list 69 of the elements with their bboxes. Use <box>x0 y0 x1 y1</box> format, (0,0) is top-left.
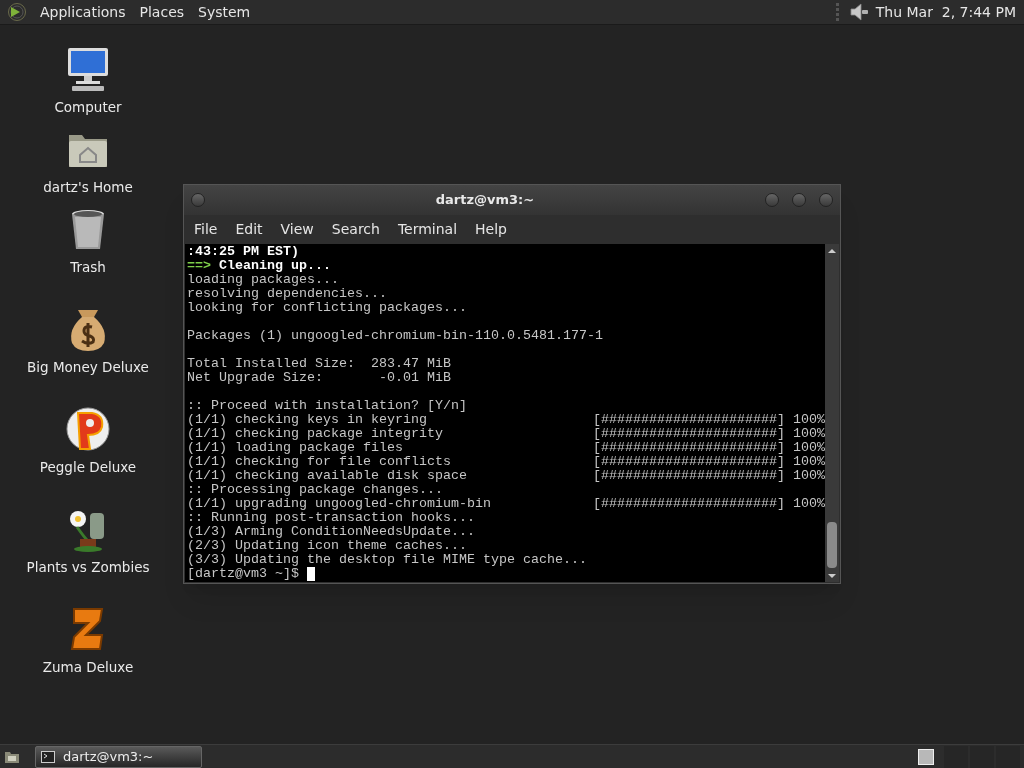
terminal-line: resolving dependencies... <box>187 287 387 301</box>
terminal-line: Total Installed Size: 283.47 MiB <box>187 357 451 371</box>
menu-item[interactable]: View <box>273 219 321 240</box>
close-button[interactable] <box>819 193 833 207</box>
minimize-button[interactable] <box>765 193 779 207</box>
clock[interactable]: Thu Mar 2, 7:44 PM <box>875 1 1016 23</box>
logo-icon[interactable] <box>7 2 27 22</box>
window-title: dartz@vm3:~ <box>434 191 536 210</box>
menu-item[interactable]: Edit <box>228 219 270 240</box>
menu-item[interactable]: Terminal <box>390 219 465 240</box>
icon-label[interactable]: Peggle Deluxe <box>39 457 137 478</box>
terminal-line: (1/3) Arming ConditionNeedsUpdate... <box>187 525 475 539</box>
arrow-marker: ==> <box>187 259 211 273</box>
scrollbar-thumb[interactable] <box>827 522 837 568</box>
progress-percent: 100% <box>793 427 825 441</box>
icon-label[interactable]: Plants vs Zombies <box>26 557 150 578</box>
progress-percent: 100% <box>793 469 825 483</box>
terminal-line: (1/1) upgrading ungoogled-chromium-bin <box>187 497 492 511</box>
progress-percent: 100% <box>793 455 825 469</box>
terminal-line: (1/1) loading package files <box>187 441 404 455</box>
window-menu-button[interactable] <box>191 193 205 207</box>
panel-grip-icon <box>835 3 840 21</box>
menu-item[interactable]: Help <box>468 219 514 240</box>
panel-menu[interactable]: Places <box>132 5 192 19</box>
progress-percent: 100% <box>793 441 825 455</box>
text-cursor <box>306 567 315 581</box>
progress-bar-text: [######################] <box>593 455 785 469</box>
icon-label[interactable]: Big Money Deluxe <box>27 357 149 378</box>
terminal-line: Net Upgrade Size: -0.01 MiB <box>187 371 451 385</box>
progress-bar-text: [######################] <box>593 441 785 455</box>
terminal-line: Cleaning up... <box>219 259 331 273</box>
terminal-line: :: Running post-transaction hooks... <box>187 511 475 525</box>
panel-menu[interactable]: Applications <box>33 5 133 19</box>
icon-label[interactable]: Zuma Deluxe <box>42 657 134 678</box>
scroll-up-icon[interactable] <box>828 247 836 255</box>
terminal-line: (1/1) checking available disk space <box>187 469 468 483</box>
maximize-button[interactable] <box>792 193 806 207</box>
volume-icon[interactable] <box>847 1 870 23</box>
icon-label[interactable]: Trash <box>70 257 106 278</box>
menu-item[interactable]: Search <box>324 219 387 240</box>
terminal-icon <box>41 750 55 763</box>
scrollbar[interactable] <box>825 244 839 582</box>
progress-bar-text: [######################] <box>593 497 785 511</box>
progress-bar-text: [######################] <box>593 469 785 483</box>
menu-item[interactable]: File <box>187 219 225 240</box>
terminal-line: :: Proceed with installation? [Y/n] <box>187 399 467 413</box>
shell-prompt: [dartz@vm3 ~]$ <box>187 567 299 581</box>
panel-menu[interactable]: System <box>191 5 258 19</box>
scroll-down-icon[interactable] <box>828 572 836 580</box>
terminal-line: Packages (1) ungoogled-chromium-bin-110.0.5481.177-1 <box>187 329 603 343</box>
terminal-line: :43:25 PM EST) <box>187 245 299 259</box>
game-ball-icon[interactable] <box>64 405 112 453</box>
show-desktop-icon[interactable] <box>4 749 20 764</box>
terminal-line: (1/1) checking keys in keyring <box>187 413 428 427</box>
icon-label[interactable]: Computer <box>54 97 122 118</box>
terminal-line: :: Processing package changes... <box>187 483 443 497</box>
terminal-line: (3/3) Updating the desktop file MIME type cache... <box>187 553 587 567</box>
taskbar-button[interactable]: dartz@vm3:~ <box>35 745 202 768</box>
progress-bar-text: [######################] <box>593 427 785 441</box>
workspace-button[interactable] <box>918 748 934 765</box>
terminal-line: (2/3) Updating icon theme caches... <box>187 539 467 553</box>
progress-percent: 100% <box>793 497 825 511</box>
terminal-line: loading packages... <box>187 273 339 287</box>
terminal-line: (1/1) checking package integrity <box>187 427 444 441</box>
progress-percent: 100% <box>793 413 825 427</box>
terminal-line: looking for conflicting packages... <box>187 301 467 315</box>
terminal-line: (1/1) checking for file conflicts <box>187 455 452 469</box>
icon-label[interactable]: dartz's Home <box>43 177 133 198</box>
progress-bar-text: [######################] <box>593 413 785 427</box>
